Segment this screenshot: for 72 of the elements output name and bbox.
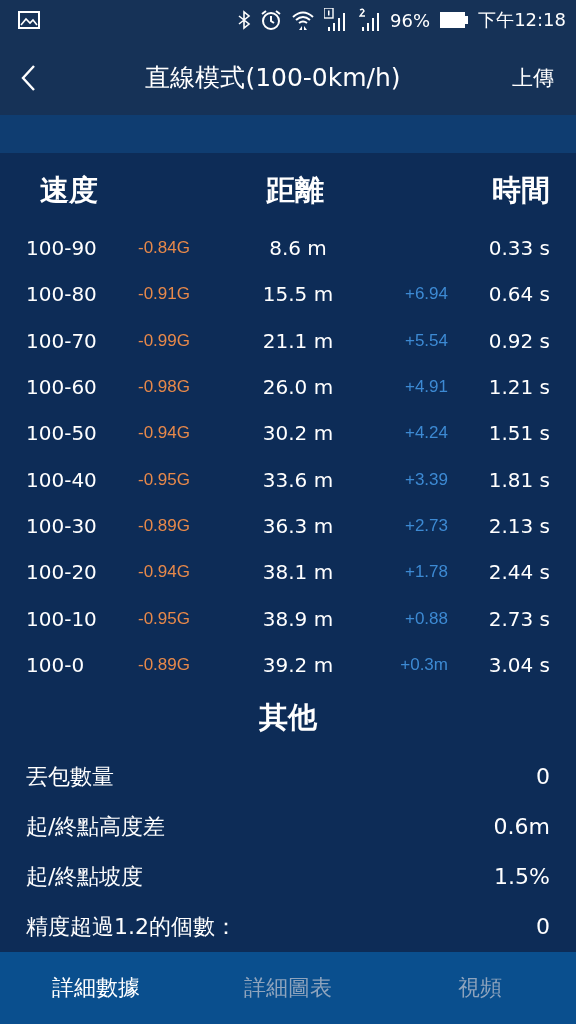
column-header: 時間: [492, 172, 550, 209]
elapsed-time: 2.13 s: [487, 513, 550, 538]
tab[interactable]: 詳細數據: [0, 952, 192, 1024]
distance-delta: +4.24: [405, 423, 448, 443]
g-force: -0.89G: [138, 654, 191, 675]
elapsed-time: 1.21 s: [487, 375, 550, 400]
bluetooth-icon: [237, 10, 252, 30]
alarm-icon: [260, 9, 283, 31]
clock: 下午12:18: [478, 8, 566, 32]
distance-delta: +1.78: [405, 562, 448, 582]
elapsed-time: 0.92 s: [487, 328, 550, 353]
g-force: -0.89G: [138, 515, 191, 536]
g-force: -0.94G: [138, 562, 191, 583]
elapsed-time: 3.04 s: [487, 652, 550, 677]
elapsed-time: 1.81 s: [487, 467, 550, 492]
distance: 8.6 m: [268, 236, 328, 261]
speed-range: 100-40: [26, 467, 98, 492]
speed-range: 100-90: [26, 236, 98, 261]
elapsed-time: 1.51 s: [487, 421, 550, 446]
stat-label: 丟包數量: [26, 762, 114, 791]
stat-label: 起/終點坡度: [26, 862, 144, 891]
g-force: -0.95G: [138, 608, 191, 629]
stat-label: 精度超過1.2的個數：: [26, 912, 237, 941]
battery-level: 96%: [390, 9, 431, 31]
stat-value: 1.5%: [494, 864, 550, 890]
distance: 33.6 m: [261, 467, 335, 492]
distance: 39.2 m: [261, 652, 335, 677]
distance: 21.1 m: [261, 328, 335, 353]
distance: 38.9 m: [261, 606, 335, 631]
speed-range: 100-80: [26, 282, 98, 307]
speed-range: 100-20: [26, 560, 98, 585]
distance-delta: +4.91: [405, 377, 448, 397]
g-force: -0.98G: [138, 377, 191, 398]
elapsed-time: 0.64 s: [487, 282, 550, 307]
section-title: 其他: [258, 698, 318, 736]
elapsed-time: 2.44 s: [487, 560, 550, 585]
g-force: -0.84G: [138, 238, 191, 259]
stat-value: 0: [536, 764, 550, 790]
g-force: -0.95G: [138, 469, 191, 490]
distance: 30.2 m: [261, 421, 335, 446]
elapsed-time: 0.33 s: [487, 236, 550, 261]
speed-range: 100-50: [26, 421, 98, 446]
distance-delta: +0.88: [405, 608, 448, 628]
distance: 15.5 m: [261, 282, 335, 307]
speed-range: 100-0: [26, 652, 86, 677]
distance: 38.1 m: [261, 560, 335, 585]
gallery-icon: [18, 11, 40, 29]
speed-range: 100-60: [26, 375, 98, 400]
distance: 26.0 m: [261, 375, 335, 400]
signal-icon: [359, 8, 382, 32]
distance: 36.3 m: [261, 513, 335, 538]
distance-delta: +6.94: [405, 284, 448, 304]
column-header: 距離: [266, 172, 324, 209]
stat-value: 0.6m: [493, 814, 550, 840]
stat-value: 0: [536, 914, 550, 940]
g-force: -0.94G: [138, 423, 191, 444]
distance-delta: +2.73: [405, 515, 448, 535]
battery-icon: [439, 11, 470, 29]
g-force: -0.91G: [138, 284, 191, 305]
upload-button[interactable]: 上傳: [506, 62, 560, 93]
distance-delta: +5.54: [405, 330, 448, 350]
distance-delta: +3.39: [405, 469, 448, 489]
column-header: 速度: [40, 172, 98, 209]
stat-label: 起/終點高度差: [26, 812, 166, 841]
wifi-icon: [291, 9, 316, 31]
g-force: -0.99G: [138, 330, 191, 351]
speed-range: 100-10: [26, 606, 98, 631]
distance-delta: +0.3m: [400, 654, 448, 674]
speed-range: 100-70: [26, 328, 98, 353]
speed-range: 100-30: [26, 513, 98, 538]
page-title: 直線模式(100-0km/h): [145, 62, 401, 94]
elapsed-time: 2.73 s: [487, 606, 550, 631]
